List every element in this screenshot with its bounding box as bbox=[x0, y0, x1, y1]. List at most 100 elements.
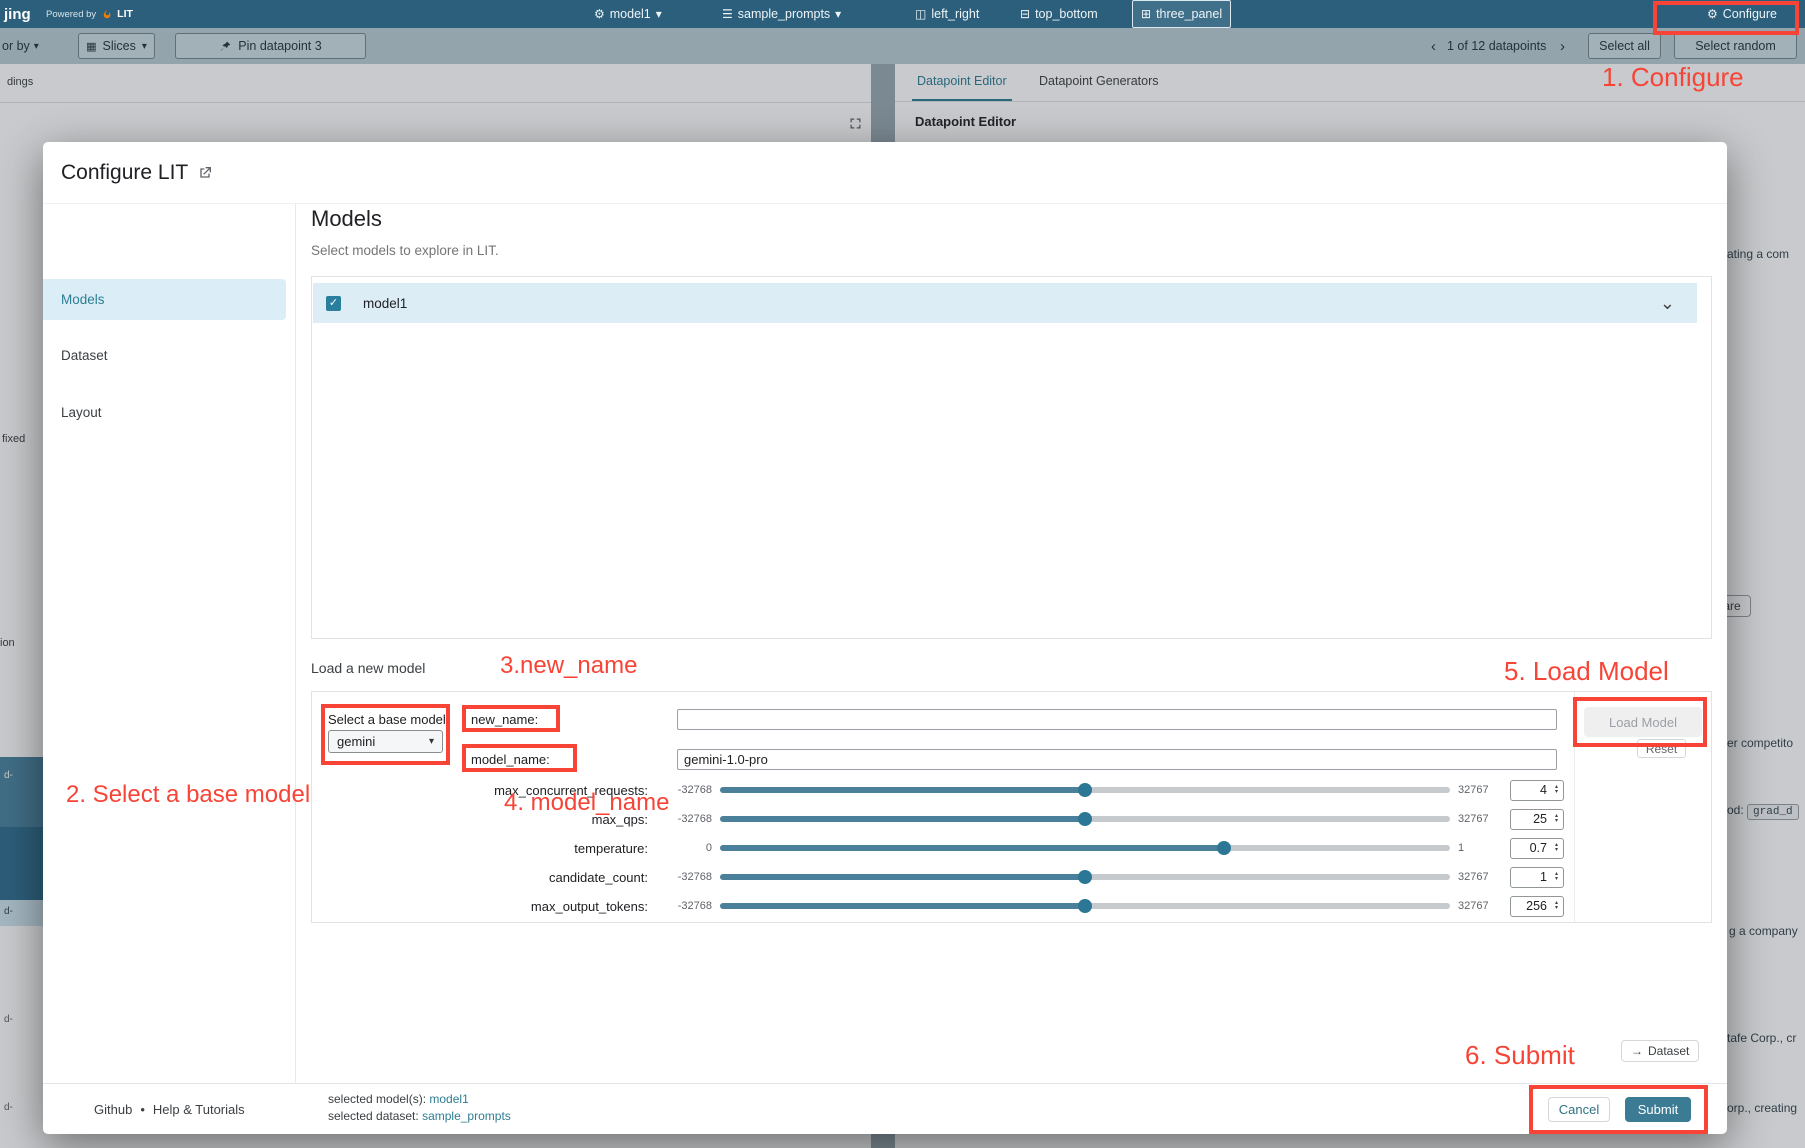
select-all-button[interactable]: Select all bbox=[1588, 33, 1661, 59]
stepper-arrows[interactable]: ▴▾ bbox=[1550, 901, 1563, 911]
new-name-input[interactable] bbox=[677, 709, 1557, 730]
load-model-button[interactable]: Load Model bbox=[1584, 707, 1702, 737]
layout-top-bottom-button[interactable]: ⊟ top_bottom bbox=[1020, 0, 1098, 28]
slider-thumb[interactable] bbox=[1217, 841, 1231, 855]
model-list-row[interactable]: ✓ model1 ⌄ bbox=[313, 283, 1697, 323]
dialog-title: Configure LIT bbox=[61, 161, 188, 185]
new-name-label: new_name: bbox=[471, 712, 538, 727]
github-link[interactable]: Github bbox=[94, 1102, 132, 1117]
model-name-label: model_name: bbox=[471, 752, 550, 767]
stepper-arrows[interactable]: ▴▾ bbox=[1550, 843, 1563, 853]
configure-button[interactable]: ⚙ Configure bbox=[1707, 0, 1777, 28]
powered-by-lit: Powered by LIT bbox=[46, 0, 133, 28]
slider-fill bbox=[720, 816, 1085, 822]
color-by-label: or by bbox=[2, 39, 30, 53]
slider-label: max_output_tokens: bbox=[328, 899, 648, 914]
stepper-arrows[interactable]: ▴▾ bbox=[1550, 872, 1563, 882]
slider-fill bbox=[720, 787, 1085, 793]
help-tutorials-link[interactable]: Help & Tutorials bbox=[153, 1102, 245, 1117]
dialog-sidebar: Models Dataset Layout bbox=[43, 204, 296, 1083]
slider-track[interactable] bbox=[720, 903, 1450, 909]
cancel-button[interactable]: Cancel bbox=[1548, 1097, 1610, 1122]
submit-button[interactable]: Submit bbox=[1625, 1097, 1691, 1122]
slider-track[interactable] bbox=[720, 816, 1450, 822]
selected-dataset-link[interactable]: sample_prompts bbox=[422, 1109, 511, 1123]
slider-thumb[interactable] bbox=[1078, 812, 1092, 826]
annotation-2-select-base-model: 2. Select a base model bbox=[66, 781, 310, 809]
model-checkbox[interactable]: ✓ bbox=[326, 296, 341, 311]
dataset-selector-button[interactable]: ☰ sample_prompts ▾ bbox=[722, 0, 841, 28]
number-stepper[interactable]: 0.7 ▴▾ bbox=[1510, 838, 1564, 859]
sidebar-item-label: Dataset bbox=[61, 348, 108, 363]
layout-left-right-button[interactable]: ◫ left_right bbox=[915, 0, 979, 28]
dataset-selector-label: sample_prompts bbox=[738, 7, 830, 21]
slider-thumb[interactable] bbox=[1078, 870, 1092, 884]
spin-down-icon[interactable]: ▾ bbox=[1555, 790, 1558, 795]
grid-icon: ▦ bbox=[86, 40, 96, 53]
gear-icon: ⚙ bbox=[594, 8, 605, 20]
reset-button-label: Reset bbox=[1646, 742, 1677, 756]
color-by-dropdown[interactable]: or by ▾ bbox=[2, 28, 39, 64]
spin-down-icon[interactable]: ▾ bbox=[1555, 877, 1558, 882]
slider-max: 32767 bbox=[1458, 784, 1502, 796]
chevron-right-icon: › bbox=[1560, 38, 1565, 55]
load-model-actions: Load Model Reset bbox=[1574, 692, 1712, 922]
model-selector-button[interactable]: ⚙ model1 ▾ bbox=[594, 0, 662, 28]
base-model-select[interactable]: gemini ▾ bbox=[328, 730, 443, 753]
layout-three-panel-label: three_panel bbox=[1156, 7, 1222, 21]
stepper-value: 25 bbox=[1511, 812, 1550, 826]
arrow-right-icon: → bbox=[1631, 1044, 1643, 1058]
open-in-new-icon[interactable] bbox=[197, 165, 213, 181]
gear-icon: ⚙ bbox=[1707, 8, 1718, 20]
caret-down-icon: ▾ bbox=[429, 736, 434, 747]
next-datapoint-button[interactable]: › bbox=[1560, 28, 1565, 64]
goto-dataset-button[interactable]: → Dataset bbox=[1621, 1040, 1699, 1062]
slider-max: 32767 bbox=[1458, 813, 1502, 825]
select-all-label: Select all bbox=[1599, 39, 1650, 53]
sidebar-item-layout[interactable]: Layout bbox=[43, 392, 286, 432]
slider-thumb[interactable] bbox=[1078, 899, 1092, 913]
configure-button-label: Configure bbox=[1723, 7, 1777, 21]
number-stepper[interactable]: 4 ▴▾ bbox=[1510, 780, 1564, 801]
powered-by-text: Powered by bbox=[46, 9, 96, 20]
lit-logo-text: LIT bbox=[117, 8, 133, 20]
layout-top-bottom-icon: ⊟ bbox=[1020, 8, 1030, 20]
annotation-6-submit: 6. Submit bbox=[1465, 1040, 1575, 1071]
datapoint-pagination: 1 of 12 datapoints bbox=[1447, 28, 1546, 64]
slider-track[interactable] bbox=[720, 787, 1450, 793]
layout-left-right-label: left_right bbox=[931, 7, 979, 21]
slider-row-temperature: temperature: 0 1 0.7 ▴▾ bbox=[328, 834, 1564, 862]
stepper-arrows[interactable]: ▴▾ bbox=[1550, 785, 1563, 795]
sidebar-item-models[interactable]: Models bbox=[43, 279, 286, 320]
app-top-bar: jing Powered by LIT ⚙ model1 ▾ ☰ sample_… bbox=[0, 0, 1805, 28]
reset-button[interactable]: Reset bbox=[1637, 739, 1686, 758]
slices-button[interactable]: ▦ Slices ▾ bbox=[78, 33, 155, 59]
select-random-button[interactable]: Select random bbox=[1674, 33, 1797, 59]
slider-row-max-output-tokens: max_output_tokens: -32768 32767 256 ▴▾ bbox=[328, 892, 1564, 920]
prev-datapoint-button[interactable]: ‹ bbox=[1431, 28, 1436, 64]
spin-down-icon[interactable]: ▾ bbox=[1555, 819, 1558, 824]
app-toolbar: or by ▾ ▦ Slices ▾ Pin datapoint 3 ‹ 1 o… bbox=[0, 28, 1805, 64]
caret-down-icon: ▾ bbox=[656, 8, 662, 20]
models-pane-subheading: Select models to explore in LIT. bbox=[311, 243, 499, 258]
stepper-arrows[interactable]: ▴▾ bbox=[1550, 814, 1563, 824]
number-stepper[interactable]: 25 ▴▾ bbox=[1510, 809, 1564, 830]
spin-down-icon[interactable]: ▾ bbox=[1555, 906, 1558, 911]
slider-track[interactable] bbox=[720, 845, 1450, 851]
number-stepper[interactable]: 256 ▴▾ bbox=[1510, 896, 1564, 917]
slider-thumb[interactable] bbox=[1078, 783, 1092, 797]
selected-model-link[interactable]: model1 bbox=[429, 1092, 468, 1106]
slider-track[interactable] bbox=[720, 874, 1450, 880]
dialog-header: Configure LIT bbox=[43, 142, 1727, 204]
sidebar-item-label: Models bbox=[61, 292, 105, 307]
app-title-fragment: jing bbox=[4, 0, 31, 28]
layout-three-panel-button[interactable]: ⊞ three_panel bbox=[1132, 0, 1231, 28]
spin-down-icon[interactable]: ▾ bbox=[1555, 848, 1558, 853]
sidebar-item-dataset[interactable]: Dataset bbox=[43, 335, 286, 375]
slider-fill bbox=[720, 874, 1085, 880]
model-name-input[interactable] bbox=[677, 749, 1557, 770]
chevron-down-icon[interactable]: ⌄ bbox=[1660, 298, 1675, 308]
base-model-label: Select a base model bbox=[328, 712, 446, 727]
pin-datapoint-button[interactable]: Pin datapoint 3 bbox=[175, 33, 366, 59]
number-stepper[interactable]: 1 ▴▾ bbox=[1510, 867, 1564, 888]
